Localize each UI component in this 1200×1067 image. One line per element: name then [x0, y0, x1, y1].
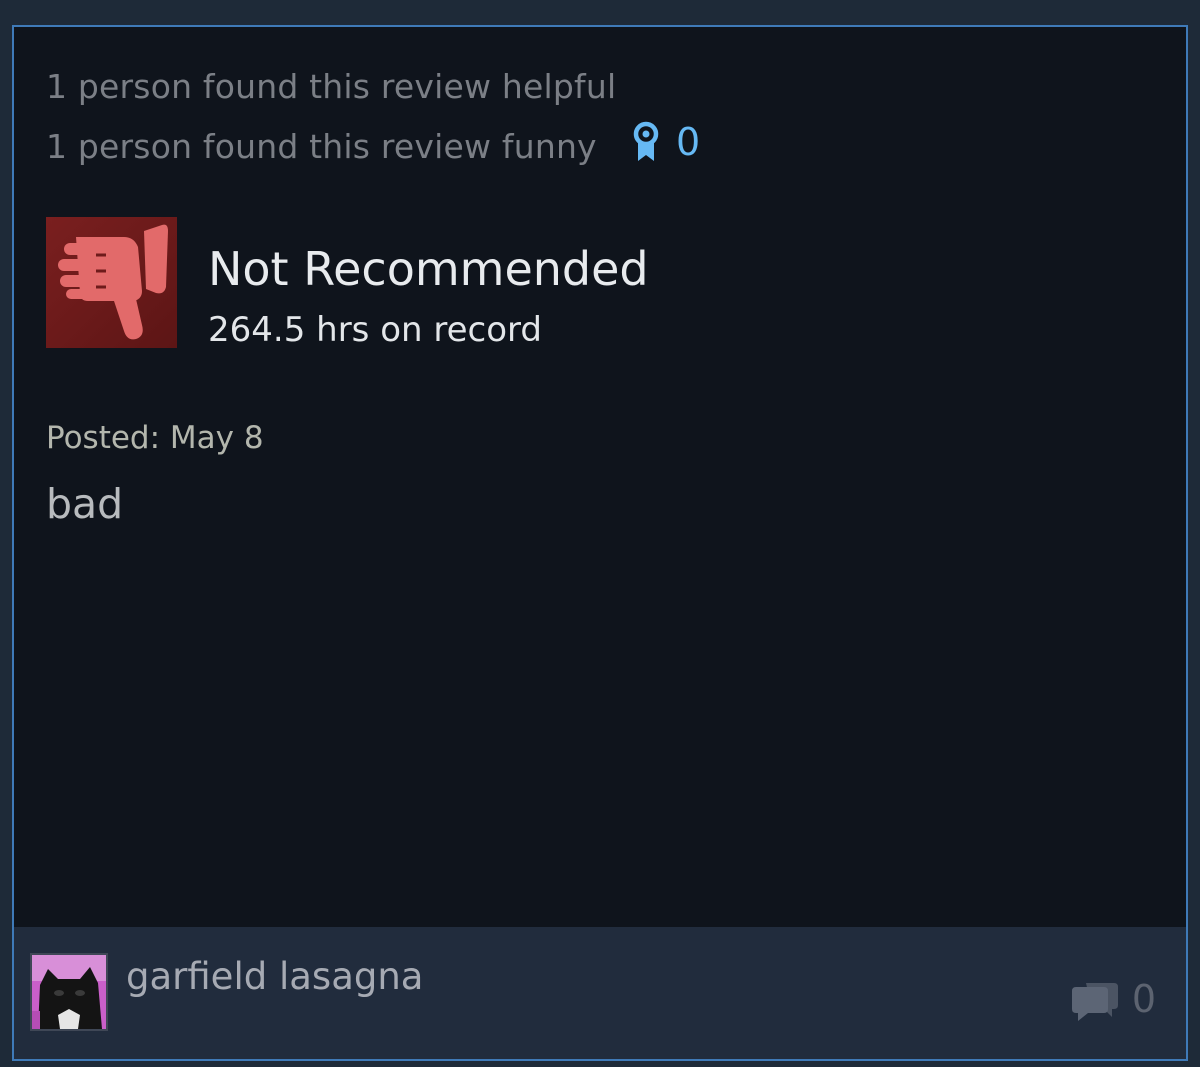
helpful-count-text: 1 person found this review helpful: [46, 67, 617, 106]
comment-bubbles-icon: [1070, 975, 1120, 1023]
cat-avatar: [32, 955, 106, 1029]
review-body: 1 person found this review helpful 1 per…: [14, 27, 1186, 927]
comment-count: 0: [1131, 977, 1156, 1021]
posted-date: Posted: May 8: [46, 420, 264, 456]
award-count: 0: [676, 120, 701, 164]
author-bar: garfield lasagna 0: [14, 927, 1186, 1059]
award-ribbon-icon: [630, 121, 662, 163]
author-name[interactable]: garfield lasagna: [126, 955, 423, 998]
hours-on-record: 264.5 hrs on record: [208, 310, 542, 350]
thumbs-down-icon: [46, 217, 177, 348]
recommendation-verdict: Not Recommended: [208, 242, 649, 296]
recommendation-thumb-badge: [46, 217, 177, 348]
avatar[interactable]: [30, 953, 108, 1031]
funny-count-text: 1 person found this review funny: [46, 127, 597, 166]
review-text: bad: [46, 480, 124, 528]
award-button[interactable]: 0: [630, 119, 700, 165]
comments-button[interactable]: 0: [1070, 975, 1156, 1023]
review-card: 1 person found this review helpful 1 per…: [12, 25, 1188, 1061]
